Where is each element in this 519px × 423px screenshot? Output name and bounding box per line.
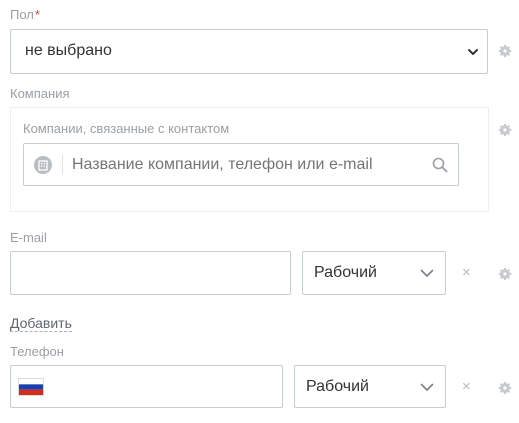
gear-icon[interactable] — [497, 380, 513, 396]
gender-select[interactable]: не выбрано — [10, 29, 488, 74]
close-icon[interactable]: × — [462, 265, 471, 281]
search-divider — [62, 155, 63, 175]
gender-label: Пол* — [10, 7, 40, 22]
required-marker: * — [34, 7, 40, 22]
company-panel: Компании, связанные с контактом — [10, 107, 489, 212]
phone-label: Телефон — [10, 344, 64, 359]
email-input[interactable] — [10, 251, 291, 295]
phone-type-value: Рабочий — [306, 378, 369, 395]
gear-icon[interactable] — [497, 122, 513, 138]
email-label: E-mail — [10, 230, 47, 245]
close-icon[interactable]: × — [462, 379, 471, 395]
phone-type-select[interactable]: Рабочий — [294, 365, 446, 408]
gender-label-text: Пол — [10, 7, 34, 22]
related-companies-label: Компании, связанные с контактом — [23, 121, 230, 136]
email-type-value: Рабочий — [314, 264, 377, 281]
phone-field[interactable] — [10, 365, 283, 408]
gender-select-value: не выбрано — [25, 42, 112, 59]
company-label: Компания — [10, 86, 70, 101]
gear-icon[interactable] — [497, 43, 513, 59]
phone-input[interactable] — [53, 375, 273, 399]
search-icon[interactable] — [432, 157, 448, 173]
add-email-link[interactable]: Добавить — [10, 315, 72, 332]
chevron-down-icon — [419, 265, 435, 281]
company-search-field[interactable] — [23, 143, 459, 186]
company-search-input[interactable] — [72, 153, 412, 177]
russia-flag-icon[interactable] — [18, 378, 44, 396]
gear-icon[interactable] — [497, 266, 513, 282]
chevron-down-icon — [419, 379, 435, 395]
building-icon — [34, 156, 52, 174]
email-type-select[interactable]: Рабочий — [302, 251, 446, 295]
chevron-down-icon — [467, 45, 479, 57]
